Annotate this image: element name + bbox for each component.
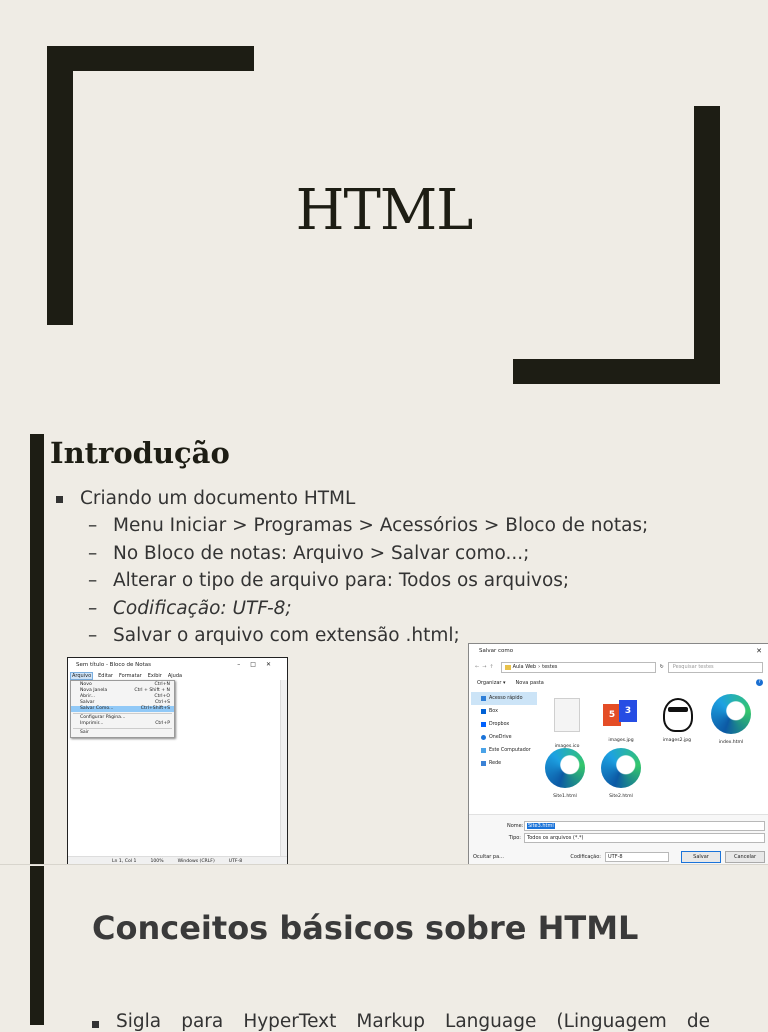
sub-item: Alterar o tipo de arquivo para: Todos os… bbox=[56, 567, 648, 595]
frame-bottom-right-vertical bbox=[694, 106, 720, 384]
name-row: Nome: Site3.html bbox=[507, 820, 765, 831]
window-controls-icon: –□✕ bbox=[237, 661, 281, 668]
file-item: 53 images.jpg bbox=[597, 692, 645, 743]
refresh-icon: ↻ bbox=[659, 664, 664, 670]
menu-separator bbox=[73, 713, 172, 714]
nav-item: Rede bbox=[471, 757, 537, 770]
dialog-nav-pane: Acesso rápido Box Dropbox OneDrive Este … bbox=[471, 692, 537, 812]
nav-arrows-icon: ←→↑ bbox=[475, 664, 497, 670]
computer-icon bbox=[481, 748, 486, 753]
menu-arquivo: Arquivo bbox=[69, 671, 94, 680]
menu-separator bbox=[73, 728, 172, 729]
save-button: Salvar bbox=[681, 850, 721, 863]
organize-menu: Organizar ▾ bbox=[477, 679, 506, 686]
intro-slide: Introdução Criando um documento HTML Men… bbox=[0, 432, 768, 867]
menu-ajuda: Ajuda bbox=[167, 672, 183, 679]
dialog-toolbar: Organizar ▾ Nova pasta ? bbox=[477, 677, 763, 688]
path-separator: › bbox=[538, 664, 541, 670]
path-segment: Aula Web bbox=[512, 664, 537, 670]
star-icon bbox=[481, 696, 486, 701]
menu-item: Sair bbox=[80, 730, 89, 735]
menu-item-selected: Salvar Como... Ctrl+Shift+S bbox=[71, 706, 174, 712]
nav-item: Este Computador bbox=[471, 744, 537, 757]
bullet-item: Sigla para HyperText Markup Language (Li… bbox=[92, 1011, 710, 1032]
dropbox-icon bbox=[481, 722, 486, 727]
nav-item: OneDrive bbox=[471, 731, 537, 744]
save-as-dialog-screenshot: Salvar como ✕ ←→↑ Aula Web › testes ↻ Pe… bbox=[468, 643, 768, 866]
file-menu-dropdown: Novo Ctrl+N Nova Janela Ctrl + Shift + N A… bbox=[70, 680, 175, 738]
type-row: Tipo: Todos os arquivos (*.*) bbox=[507, 832, 765, 843]
dialog-bottom: Nome: Site3.html Tipo: Todos os arquivos… bbox=[469, 814, 768, 866]
dialog-title: Salvar como bbox=[479, 648, 514, 654]
sunglasses-icon bbox=[668, 707, 688, 712]
folder-icon bbox=[504, 664, 511, 670]
type-field: Todos os arquivos (*.*) bbox=[524, 832, 765, 843]
concepts-slide: Conceitos básicos sobre HTML Sigla para … bbox=[0, 864, 768, 1032]
network-icon bbox=[481, 761, 486, 766]
hide-folders-toggle: Ocultar pa... bbox=[473, 853, 504, 860]
file-item: images2.jpg bbox=[653, 692, 701, 743]
slide-title: HTML bbox=[295, 178, 474, 243]
path-box: Aula Web › testes bbox=[500, 661, 656, 673]
file-item: images.ico bbox=[543, 692, 591, 749]
box-icon bbox=[481, 709, 486, 714]
menu-formatar: Formatar bbox=[118, 672, 142, 679]
slide-heading: Introdução bbox=[50, 436, 230, 470]
frame-bottom-right-horizontal bbox=[513, 359, 720, 384]
sub-item: No Bloco de notas: Arquivo > Salvar como… bbox=[56, 540, 648, 568]
nav-item: Dropbox bbox=[471, 718, 537, 731]
search-box: Pesquisar testes bbox=[667, 661, 763, 673]
sub-item: Codificação: UTF-8; bbox=[56, 595, 648, 623]
nav-item: Box bbox=[471, 705, 537, 718]
edge-icon bbox=[711, 694, 751, 734]
edge-icon bbox=[601, 748, 641, 788]
edge-icon bbox=[545, 748, 585, 788]
new-folder-button: Nova pasta bbox=[515, 679, 544, 686]
name-field: Site3.html bbox=[524, 820, 765, 831]
bullet-item: Criando um documento HTML bbox=[56, 486, 648, 512]
frame-top-left-horizontal bbox=[47, 46, 254, 71]
nav-item: Acesso rápido bbox=[471, 692, 537, 705]
bullet-list: Criando um documento HTML Menu Iniciar >… bbox=[56, 486, 648, 650]
slide-heading: Conceitos básicos sobre HTML bbox=[92, 909, 639, 947]
encoding-label: Codificação: bbox=[570, 853, 601, 860]
address-bar: ←→↑ Aula Web › testes ↻ Pesquisar testes bbox=[475, 661, 763, 673]
sub-item: Menu Iniciar > Programas > Acessórios > … bbox=[56, 512, 648, 540]
notepad-scrollbar bbox=[280, 680, 287, 857]
slide-side-bar bbox=[30, 434, 44, 864]
menu-item: Imprimir... Ctrl+P bbox=[80, 721, 170, 726]
slide-side-bar bbox=[30, 866, 44, 1025]
close-icon: ✕ bbox=[756, 647, 762, 655]
title-slide: HTML bbox=[0, 0, 768, 432]
file-item: Site2.html bbox=[597, 746, 645, 799]
file-item: index.html bbox=[707, 692, 755, 745]
mascot-icon bbox=[663, 698, 693, 732]
file-item: Site1.html bbox=[541, 746, 589, 799]
encoding-select: UTF-8 bbox=[605, 851, 669, 862]
cloud-icon bbox=[481, 735, 486, 740]
dialog-file-grid: images.ico 53 images.jpg images2.jpg ind… bbox=[541, 692, 763, 804]
notepad-menubar: Arquivo Editar Formatar Exibir Ajuda bbox=[68, 671, 287, 680]
dialog-footer: Ocultar pa... Codificação: UTF-8 Salvar … bbox=[473, 850, 765, 863]
notepad-screenshot: Sem título - Bloco de Notas –□✕ Arquivo … bbox=[67, 657, 288, 867]
menu-editar: Editar bbox=[98, 672, 113, 679]
path-segment: testes bbox=[542, 664, 558, 670]
menu-exibir: Exibir bbox=[147, 672, 162, 679]
file-icon bbox=[554, 698, 580, 732]
cancel-button: Cancelar bbox=[725, 850, 765, 863]
help-icon: ? bbox=[756, 679, 763, 686]
css3-icon: 3 bbox=[619, 700, 637, 722]
